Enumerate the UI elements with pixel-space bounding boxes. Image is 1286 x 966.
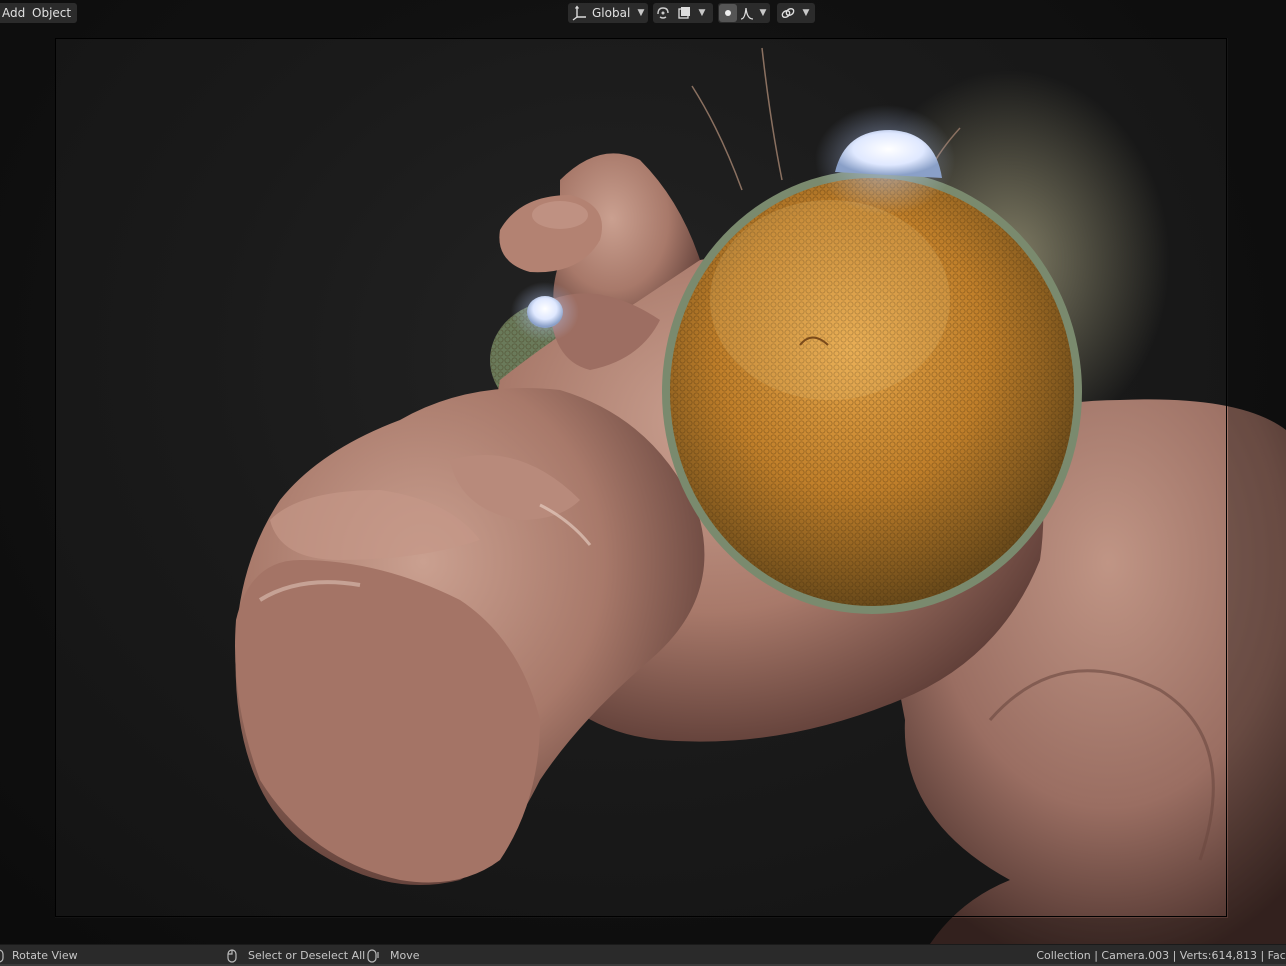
chevron-down-icon: ▼ xyxy=(637,8,645,18)
chevron-down-icon: ▼ xyxy=(802,8,810,18)
select-hint: Select or Deselect All xyxy=(248,949,366,962)
pivot-point-icon[interactable] xyxy=(653,3,673,23)
scene-statistics: Collection | Camera.003 | Verts:614,813 … xyxy=(1036,949,1286,962)
transform-orientation-dropdown[interactable]: Global ▼ xyxy=(568,3,648,23)
chevron-down-icon: ▼ xyxy=(698,8,706,18)
camera-passepartout-right xyxy=(1228,0,1286,944)
proportional-editing-icon[interactable] xyxy=(718,3,738,23)
transform-orientation-icon xyxy=(572,3,588,23)
rendered-creature xyxy=(235,47,1286,944)
link-icon[interactable] xyxy=(777,3,799,23)
pivot-point-dropdown[interactable]: ▼ xyxy=(653,3,713,23)
rotate-view-hint: Rotate View xyxy=(12,949,78,962)
falloff-curve-icon[interactable] xyxy=(738,3,756,23)
snap-icon[interactable] xyxy=(673,3,695,23)
link-dropdown[interactable]: ▼ xyxy=(777,3,815,23)
camera-passepartout-bottom xyxy=(55,918,1228,944)
3d-viewport[interactable]: Add Object Global ▼ ▼ ▼ ▼ xyxy=(0,0,1286,944)
status-bar: Rotate View Select or Deselect All Move … xyxy=(0,944,1286,966)
orientation-label: Global xyxy=(592,6,631,20)
proportional-editing-group[interactable]: ▼ xyxy=(718,3,770,23)
camera-passepartout-left xyxy=(0,0,55,944)
chevron-down-icon: ▼ xyxy=(759,8,767,18)
move-hint: Move xyxy=(390,949,420,962)
object-menu[interactable]: Object xyxy=(26,3,78,23)
